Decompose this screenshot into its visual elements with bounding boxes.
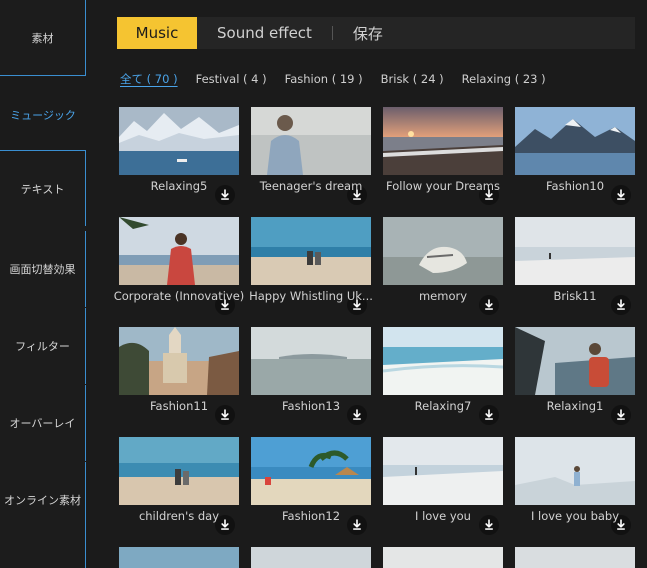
music-card[interactable]: Happy Whistling Uk... xyxy=(249,217,373,317)
music-card-partial[interactable] xyxy=(119,547,239,568)
music-card[interactable]: children's day xyxy=(119,437,239,537)
music-card[interactable]: I love you baby xyxy=(515,437,635,537)
thumbnail-white-sand-beach xyxy=(383,327,503,395)
filter-fashion[interactable]: Fashion ( 19 ) xyxy=(285,72,363,86)
music-card[interactable]: Follow your Dreams xyxy=(383,107,503,207)
thumbnail-sneakers-closeup xyxy=(383,217,503,285)
track-title: Happy Whistling Uk... xyxy=(249,289,373,303)
sidebar-item-label: 素材 xyxy=(31,31,54,45)
track-title: Brisk11 xyxy=(553,289,597,303)
music-card[interactable]: Relaxing7 xyxy=(383,327,503,427)
sidebar-item-online-media[interactable]: オンライン素材 xyxy=(0,462,86,568)
music-card-partial[interactable] xyxy=(515,547,635,568)
tab-sound-effect[interactable]: Sound effect xyxy=(197,17,332,49)
sidebar: 素材 ミュージック テキスト 画面切替効果 フィルター オーバーレイ オンライン… xyxy=(0,0,86,568)
music-card-partial[interactable] xyxy=(383,547,503,568)
thumbnail-hiker-backpack xyxy=(515,327,635,395)
track-title: Relaxing5 xyxy=(150,179,208,193)
sidebar-item-media[interactable]: 素材 xyxy=(0,0,86,76)
track-title: I love you baby xyxy=(530,509,620,523)
sidebar-item-label: 画面切替効果 xyxy=(9,263,76,276)
music-card[interactable]: Fashion11 xyxy=(119,327,239,427)
thumbnail-couple-beach xyxy=(251,217,371,285)
sidebar-item-label: テキスト xyxy=(20,182,65,196)
track-title: Relaxing7 xyxy=(414,399,472,413)
thumbnail-snowy-mountains-lake xyxy=(119,107,239,175)
track-title: Fashion13 xyxy=(281,399,341,413)
sidebar-item-label: フィルター xyxy=(15,340,70,353)
thumbnail-partial xyxy=(119,547,239,568)
music-card[interactable]: Corporate (Innovative) xyxy=(114,217,244,317)
thumbnail-people-beach xyxy=(119,437,239,505)
filter-brisk[interactable]: Brisk ( 24 ) xyxy=(381,72,444,86)
tab-bar: Music Sound effect 保存 xyxy=(117,17,635,49)
track-title: Follow your Dreams xyxy=(386,179,500,193)
thumbnail-partial xyxy=(383,547,503,568)
category-filter-bar: 全て ( 70 ) Festival ( 4 ) Fashion ( 19 ) … xyxy=(120,70,564,88)
thumbnail-lonely-beach-figure xyxy=(383,437,503,505)
music-card[interactable]: Teenager's dream xyxy=(251,107,371,207)
music-card[interactable]: Fashion13 xyxy=(251,327,371,427)
thumbnail-woman-red-shirt-beach xyxy=(119,217,239,285)
music-card[interactable]: Relaxing5 xyxy=(119,107,239,207)
track-title: Corporate (Innovative) xyxy=(113,289,245,303)
track-title: children's day xyxy=(138,509,220,523)
music-card[interactable]: Fashion12 xyxy=(251,437,371,537)
track-title: Fashion11 xyxy=(149,399,209,413)
track-title: I love you xyxy=(415,509,471,523)
track-title: Fashion12 xyxy=(281,509,341,523)
track-title: memory xyxy=(418,289,468,303)
thumbnail-girl-beach xyxy=(251,107,371,175)
thumbnail-mountain-lake xyxy=(515,107,635,175)
music-card[interactable]: Brisk11 xyxy=(515,217,635,317)
thumbnail-misty-shore xyxy=(515,217,635,285)
music-card[interactable]: Fashion10 xyxy=(515,107,635,207)
filter-festival[interactable]: Festival ( 4 ) xyxy=(196,72,267,86)
sidebar-item-label: ミュージック xyxy=(10,109,76,122)
track-title: Relaxing1 xyxy=(546,399,604,413)
sidebar-item-text[interactable]: テキスト xyxy=(0,150,86,226)
thumbnail-partial xyxy=(515,547,635,568)
music-card[interactable]: memory xyxy=(383,217,503,317)
sidebar-item-overlay[interactable]: オーバーレイ xyxy=(0,385,86,461)
tab-music[interactable]: Music xyxy=(117,17,197,49)
sidebar-item-filters[interactable]: フィルター xyxy=(0,308,86,384)
thumbnail-partial xyxy=(251,547,371,568)
music-card[interactable]: Relaxing1 xyxy=(515,327,635,427)
sidebar-item-music[interactable]: ミュージック xyxy=(0,77,86,153)
track-title: Teenager's dream xyxy=(259,179,363,193)
track-title: Fashion10 xyxy=(545,179,605,193)
thumbnail-sunset-beach xyxy=(383,107,503,175)
tab-saved[interactable]: 保存 xyxy=(333,17,403,49)
thumbnail-church-town xyxy=(119,327,239,395)
filter-relaxing[interactable]: Relaxing ( 23 ) xyxy=(462,72,546,86)
sidebar-item-transitions[interactable]: 画面切替効果 xyxy=(0,231,86,307)
thumbnail-calm-sea xyxy=(251,327,371,395)
music-card[interactable]: I love you xyxy=(383,437,503,537)
music-card-partial[interactable] xyxy=(251,547,371,568)
thumbnail-woman-misty-coast xyxy=(515,437,635,505)
sidebar-item-label: オーバーレイ xyxy=(9,417,76,430)
thumbnail-tropical-beach-huts xyxy=(251,437,371,505)
sidebar-item-label: オンライン素材 xyxy=(4,494,81,507)
filter-all[interactable]: 全て ( 70 ) xyxy=(120,71,178,87)
